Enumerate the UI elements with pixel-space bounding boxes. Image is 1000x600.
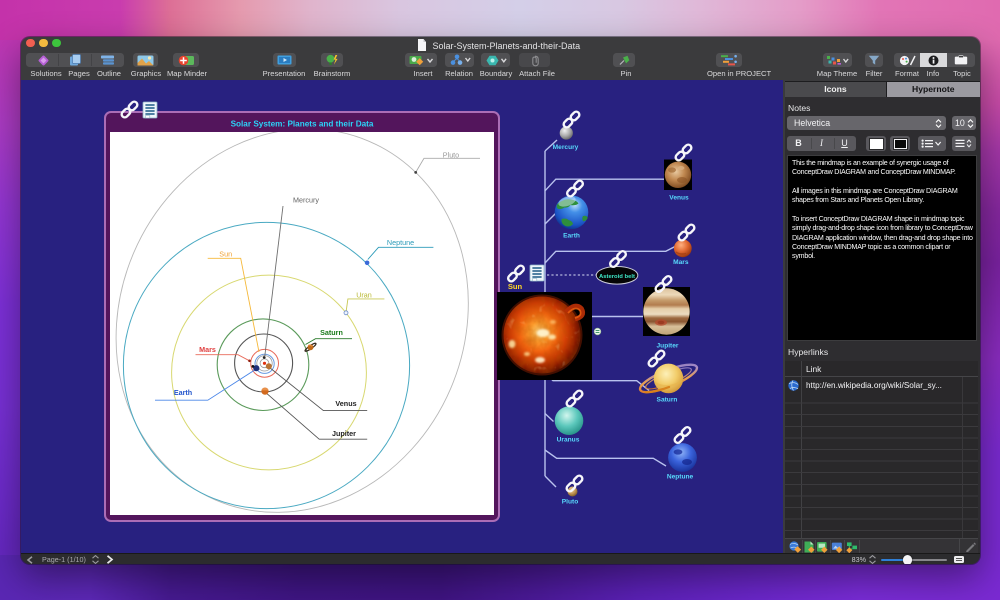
svg-text:Mars: Mars: [199, 345, 216, 354]
svg-text:Mercury: Mercury: [553, 144, 579, 151]
svg-text:Neptune: Neptune: [667, 474, 694, 481]
svg-text:Sun: Sun: [508, 282, 523, 291]
svg-text:Earth: Earth: [174, 388, 192, 397]
svg-text:Uranus: Uranus: [557, 437, 580, 444]
svg-text:Venus: Venus: [335, 399, 356, 408]
svg-text:Mars: Mars: [673, 259, 689, 266]
svg-text:Sun: Sun: [219, 249, 232, 258]
svg-text:Neptune: Neptune: [387, 238, 414, 247]
svg-text:Pluto: Pluto: [562, 499, 578, 506]
svg-text:Jupiter: Jupiter: [657, 343, 679, 350]
svg-text:Jupiter: Jupiter: [332, 429, 356, 438]
svg-text:Mercury: Mercury: [293, 196, 319, 205]
svg-text:Earth: Earth: [563, 233, 580, 240]
svg-text:Uran: Uran: [356, 290, 372, 299]
svg-text:Solar System: Planets and thei: Solar System: Planets and their Data: [231, 120, 374, 129]
svg-text:Venus: Venus: [669, 195, 689, 202]
svg-text:Asteroid belt: Asteroid belt: [599, 274, 635, 280]
svg-text:Pluto: Pluto: [443, 151, 459, 160]
svg-text:Saturn: Saturn: [320, 328, 343, 337]
svg-text:Saturn: Saturn: [657, 397, 678, 404]
